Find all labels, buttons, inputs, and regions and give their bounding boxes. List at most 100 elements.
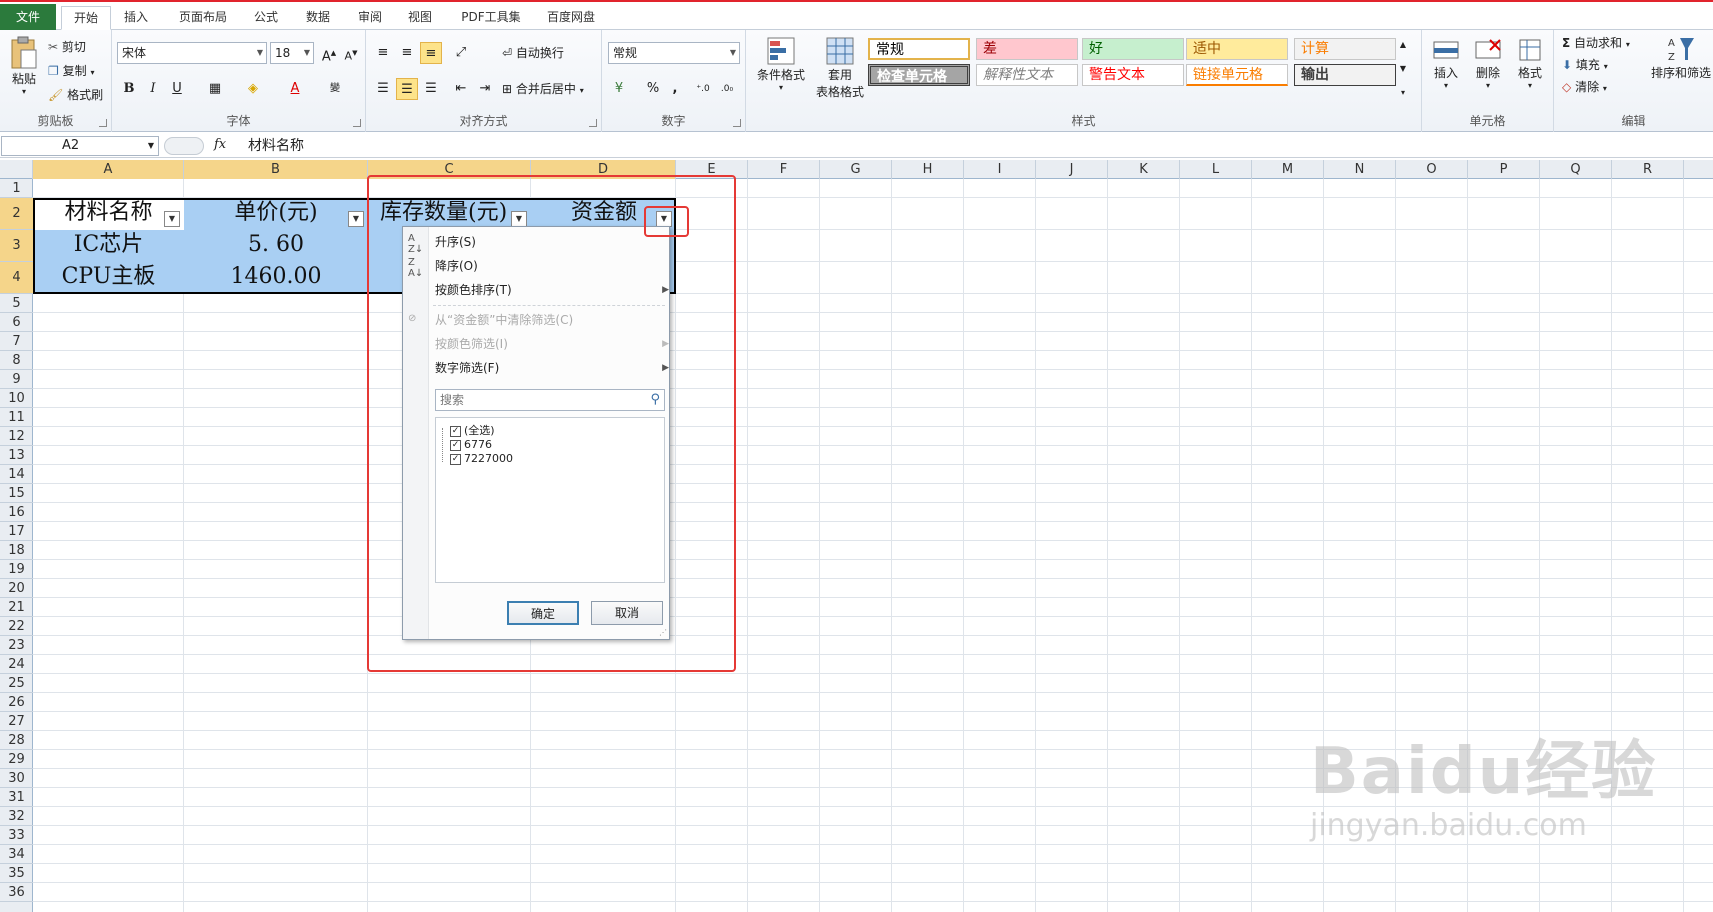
table-cell[interactable]: 5. 60 bbox=[184, 230, 368, 262]
cell-style-option[interactable]: 好 bbox=[1082, 38, 1184, 60]
column-header[interactable]: J bbox=[1036, 160, 1108, 179]
clear-button[interactable]: ◇ 清除 ▾ bbox=[1562, 78, 1607, 95]
tab-view[interactable]: 视图 bbox=[400, 6, 440, 30]
insert-cells-button[interactable]: 插入 ▾ bbox=[1426, 36, 1466, 90]
paste-button[interactable]: 粘贴 ▾ bbox=[8, 36, 40, 96]
tab-formulas[interactable]: 公式 bbox=[246, 6, 286, 30]
column-header[interactable]: M bbox=[1252, 160, 1324, 179]
alignment-launcher-icon[interactable] bbox=[589, 119, 597, 127]
row-header[interactable]: 29 bbox=[0, 750, 33, 769]
row-header[interactable]: 25 bbox=[0, 674, 33, 693]
table-cell[interactable]: CPU主板 bbox=[33, 262, 184, 294]
table-cell[interactable]: IC芯片 bbox=[33, 230, 184, 262]
bold-button[interactable]: B bbox=[118, 78, 140, 100]
gallery-down-icon[interactable]: ▼ bbox=[1396, 58, 1410, 80]
row-header[interactable]: 24 bbox=[0, 655, 33, 674]
merge-center-button[interactable]: ⊞ 合并后居中 ▾ bbox=[502, 80, 584, 97]
tab-page-layout[interactable]: 页面布局 bbox=[170, 6, 236, 30]
row-header[interactable]: 14 bbox=[0, 465, 33, 484]
tab-home[interactable]: 开始 bbox=[61, 6, 111, 30]
shrink-font-icon[interactable]: A▼ bbox=[340, 42, 362, 64]
italic-button[interactable]: I bbox=[142, 78, 164, 100]
cell-style-option[interactable]: 常规 bbox=[868, 38, 970, 60]
copy-button[interactable]: ❐ 复制 ▾ bbox=[48, 62, 94, 79]
decrease-indent-icon[interactable]: ⇤ bbox=[450, 78, 472, 100]
align-middle-icon[interactable]: ≡ bbox=[396, 42, 418, 64]
row-header[interactable]: 7 bbox=[0, 332, 33, 351]
select-all-corner[interactable] bbox=[0, 160, 33, 179]
cell-style-option[interactable]: 输出 bbox=[1294, 64, 1396, 86]
number-format-select[interactable]: 常规 ▼ bbox=[608, 42, 740, 64]
row-header[interactable]: 4 bbox=[0, 262, 33, 294]
column-header[interactable]: A bbox=[33, 160, 184, 179]
align-right-icon[interactable]: ☰ bbox=[420, 78, 442, 100]
cell-style-option[interactable]: 计算 bbox=[1294, 38, 1396, 60]
column-header[interactable]: B bbox=[184, 160, 368, 179]
underline-button[interactable]: U bbox=[166, 78, 188, 100]
row-header[interactable]: 19 bbox=[0, 560, 33, 579]
align-top-icon[interactable]: ≡ bbox=[372, 42, 394, 64]
row-header[interactable]: 32 bbox=[0, 807, 33, 826]
tab-insert[interactable]: 插入 bbox=[116, 6, 156, 30]
format-cells-button[interactable]: 格式 ▾ bbox=[1510, 36, 1550, 90]
format-as-table-button[interactable]: 套用 表格格式 bbox=[808, 36, 872, 100]
phonetic-icon[interactable]: 變 bbox=[324, 78, 346, 100]
table-cell[interactable]: 1460.00 bbox=[184, 262, 368, 294]
column-header[interactable]: F bbox=[748, 160, 820, 179]
cell-style-option[interactable]: 警告文本 bbox=[1082, 64, 1184, 86]
align-bottom-icon[interactable]: ≡ bbox=[420, 42, 442, 64]
row-header[interactable]: 2 bbox=[0, 198, 33, 230]
row-header[interactable]: 21 bbox=[0, 598, 33, 617]
currency-icon[interactable]: ¥ bbox=[608, 78, 630, 100]
tab-baidu-netdisk[interactable]: 百度网盘 bbox=[538, 6, 604, 30]
gallery-more-icon[interactable]: ▾ bbox=[1396, 82, 1410, 104]
row-header[interactable]: 17 bbox=[0, 522, 33, 541]
row-header[interactable]: 10 bbox=[0, 389, 33, 408]
row-header[interactable]: 27 bbox=[0, 712, 33, 731]
row-header[interactable]: 20 bbox=[0, 579, 33, 598]
clipboard-launcher-icon[interactable] bbox=[99, 119, 107, 127]
gallery-up-icon[interactable]: ▲ bbox=[1396, 34, 1410, 56]
conditional-format-button[interactable]: 条件格式 ▾ bbox=[752, 36, 810, 92]
row-header[interactable]: 26 bbox=[0, 693, 33, 712]
delete-cells-button[interactable]: 删除 ▾ bbox=[1468, 36, 1508, 90]
cell-style-option[interactable]: 解释性文本 bbox=[976, 64, 1078, 86]
row-header[interactable]: 28 bbox=[0, 731, 33, 750]
column-header[interactable]: N bbox=[1324, 160, 1396, 179]
column-header[interactable]: L bbox=[1180, 160, 1252, 179]
orientation-icon[interactable]: ⤢ bbox=[450, 42, 472, 64]
row-header[interactable]: 6 bbox=[0, 313, 33, 332]
align-left-icon[interactable]: ☰ bbox=[372, 78, 394, 100]
tab-file[interactable]: 文件 bbox=[0, 4, 56, 30]
row-header[interactable]: 35 bbox=[0, 864, 33, 883]
table-header-cell[interactable]: 材料名称 bbox=[33, 198, 184, 230]
decrease-decimal-icon[interactable]: .0₀ bbox=[716, 78, 738, 100]
tab-review[interactable]: 审阅 bbox=[350, 6, 390, 30]
format-painter-button[interactable]: 🖌 格式刷 bbox=[48, 86, 103, 103]
name-box[interactable]: A2 ▼ bbox=[1, 136, 159, 156]
percent-button[interactable]: % bbox=[642, 78, 664, 100]
sort-filter-button[interactable]: AZ 排序和筛选 bbox=[1650, 34, 1712, 81]
insert-function-icon[interactable]: fx bbox=[214, 137, 226, 152]
formula-input[interactable]: 材料名称 bbox=[248, 136, 304, 156]
cell-style-option[interactable]: 适中 bbox=[1186, 38, 1288, 60]
fill-button[interactable]: ⬇ 填充 ▾ bbox=[1562, 56, 1608, 73]
filter-dropdown-icon[interactable]: ▼ bbox=[164, 211, 180, 227]
column-header[interactable]: I bbox=[964, 160, 1036, 179]
wrap-text-button[interactable]: ⏎ 自动换行 bbox=[502, 44, 564, 61]
fill-color-icon[interactable]: ◈ bbox=[242, 78, 264, 100]
autosum-button[interactable]: Σ 自动求和 ▾ bbox=[1562, 34, 1630, 51]
column-header[interactable]: O bbox=[1396, 160, 1468, 179]
column-header[interactable]: K bbox=[1108, 160, 1180, 179]
filter-dropdown-icon[interactable]: ▼ bbox=[348, 211, 364, 227]
cell-style-option[interactable]: 差 bbox=[976, 38, 1078, 60]
grow-font-icon[interactable]: A▲ bbox=[318, 42, 340, 64]
row-header[interactable]: 15 bbox=[0, 484, 33, 503]
align-center-icon[interactable]: ☰ bbox=[396, 78, 418, 100]
border-icon[interactable]: ▦ bbox=[204, 78, 226, 100]
row-header[interactable]: 33 bbox=[0, 826, 33, 845]
increase-decimal-icon[interactable]: ⁺.0 bbox=[692, 78, 714, 100]
row-header[interactable]: 22 bbox=[0, 617, 33, 636]
cell-style-option[interactable]: 链接单元格 bbox=[1186, 64, 1288, 86]
increase-indent-icon[interactable]: ⇥ bbox=[474, 78, 496, 100]
